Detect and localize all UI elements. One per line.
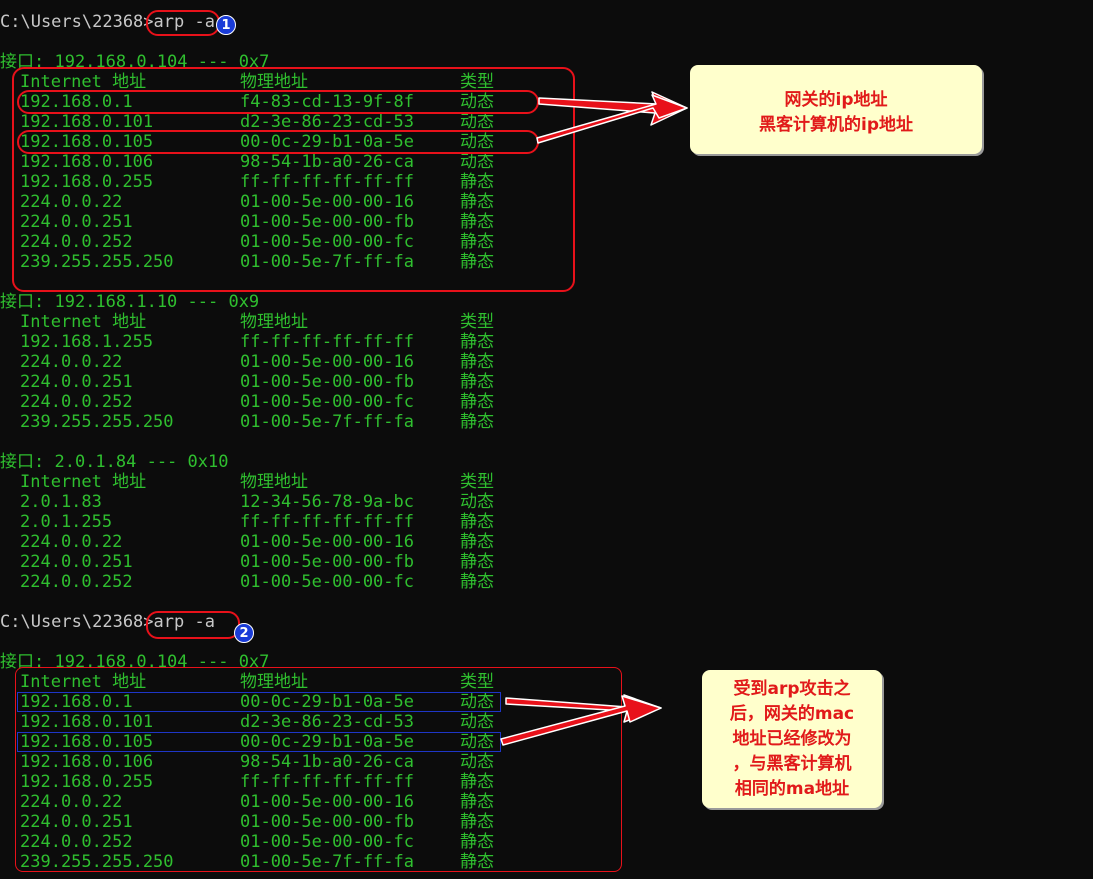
annotation-arrows — [500, 91, 688, 746]
terminal-window[interactable]: C:\Users\22368>arp -a 1 接口: 192.168.0.10… — [0, 0, 1093, 879]
